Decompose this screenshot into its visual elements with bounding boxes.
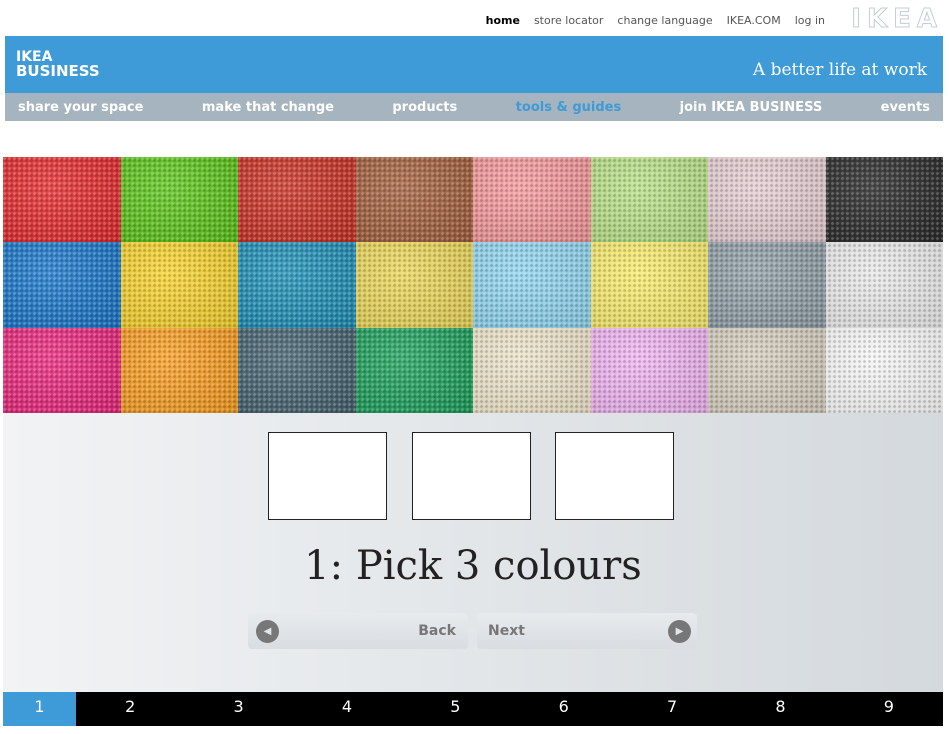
next-label: Next — [488, 623, 525, 639]
step-1[interactable]: 1 — [3, 692, 76, 726]
colour-swatch[interactable] — [120, 327, 238, 413]
step-2[interactable]: 2 — [76, 692, 184, 726]
colour-swatch[interactable] — [590, 242, 708, 328]
nav-make-that-change[interactable]: make that change — [202, 100, 334, 115]
link-store-locator[interactable]: store locator — [534, 14, 603, 27]
colour-swatch[interactable] — [708, 327, 826, 413]
nav-events[interactable]: events — [881, 100, 930, 115]
colour-swatch[interactable] — [355, 157, 473, 243]
site-header: IKEA BUSINESS A better life at work — [5, 36, 943, 93]
colour-swatch-grid — [3, 157, 943, 413]
step-bar: 1 2 3 4 5 6 7 8 9 — [3, 692, 943, 726]
brand-logo[interactable]: IKEA BUSINESS — [16, 50, 100, 80]
tagline: A better life at work — [752, 60, 927, 80]
back-label: Back — [418, 623, 456, 639]
link-change-language[interactable]: change language — [617, 14, 712, 27]
colour-swatch[interactable] — [473, 327, 591, 413]
next-arrow-icon: ▶ — [668, 620, 691, 643]
colour-swatch[interactable] — [238, 242, 356, 328]
next-button[interactable]: Next ▶ — [477, 613, 697, 649]
colour-swatch[interactable] — [708, 157, 826, 243]
colour-swatch[interactable] — [3, 242, 121, 328]
step-4[interactable]: 4 — [293, 692, 401, 726]
colour-swatch[interactable] — [238, 157, 356, 243]
step-3[interactable]: 3 — [184, 692, 292, 726]
nav-share-your-space[interactable]: share your space — [18, 100, 143, 115]
link-ikea-com[interactable]: IKEA.COM — [727, 14, 781, 27]
step-7[interactable]: 7 — [618, 692, 726, 726]
main-nav: share your space make that change produc… — [5, 93, 943, 121]
step-5[interactable]: 5 — [401, 692, 509, 726]
colour-swatch[interactable] — [355, 327, 473, 413]
step-6[interactable]: 6 — [510, 692, 618, 726]
colour-swatch[interactable] — [590, 157, 708, 243]
back-button[interactable]: ◀ Back — [248, 613, 468, 649]
selected-colour-slot-1[interactable] — [268, 432, 387, 520]
colour-swatch[interactable] — [473, 157, 591, 243]
colour-swatch[interactable] — [825, 157, 943, 243]
step-title: 1: Pick 3 colours — [304, 543, 642, 589]
colour-swatch[interactable] — [3, 327, 121, 413]
nav-join-ikea-business[interactable]: join IKEA BUSINESS — [680, 100, 823, 115]
back-arrow-icon: ◀ — [256, 620, 279, 643]
colour-swatch[interactable] — [708, 242, 826, 328]
colour-swatch[interactable] — [238, 327, 356, 413]
nav-tools-guides[interactable]: tools & guides — [516, 100, 622, 115]
colour-swatch[interactable] — [825, 327, 943, 413]
brand-line-2: BUSINESS — [16, 62, 100, 80]
selection-panel: 1: Pick 3 colours ◀ Back Next ▶ — [3, 413, 943, 692]
selected-colour-slot-2[interactable] — [412, 432, 531, 520]
colour-swatch[interactable] — [473, 242, 591, 328]
utility-bar: home store locator change language IKEA.… — [0, 0, 949, 36]
link-log-in[interactable]: log in — [795, 14, 825, 27]
colour-swatch[interactable] — [590, 327, 708, 413]
step-9[interactable]: 9 — [835, 692, 943, 726]
colour-swatch[interactable] — [120, 157, 238, 243]
colour-swatch[interactable] — [3, 157, 121, 243]
colour-swatch[interactable] — [825, 242, 943, 328]
link-home[interactable]: home — [486, 14, 520, 27]
colour-swatch[interactable] — [355, 242, 473, 328]
colour-swatch[interactable] — [120, 242, 238, 328]
selected-colour-slot-3[interactable] — [555, 432, 674, 520]
nav-products[interactable]: products — [392, 100, 457, 115]
ikea-logo[interactable]: IKEA — [851, 4, 943, 35]
step-8[interactable]: 8 — [726, 692, 834, 726]
utility-links: home store locator change language IKEA.… — [486, 14, 825, 27]
